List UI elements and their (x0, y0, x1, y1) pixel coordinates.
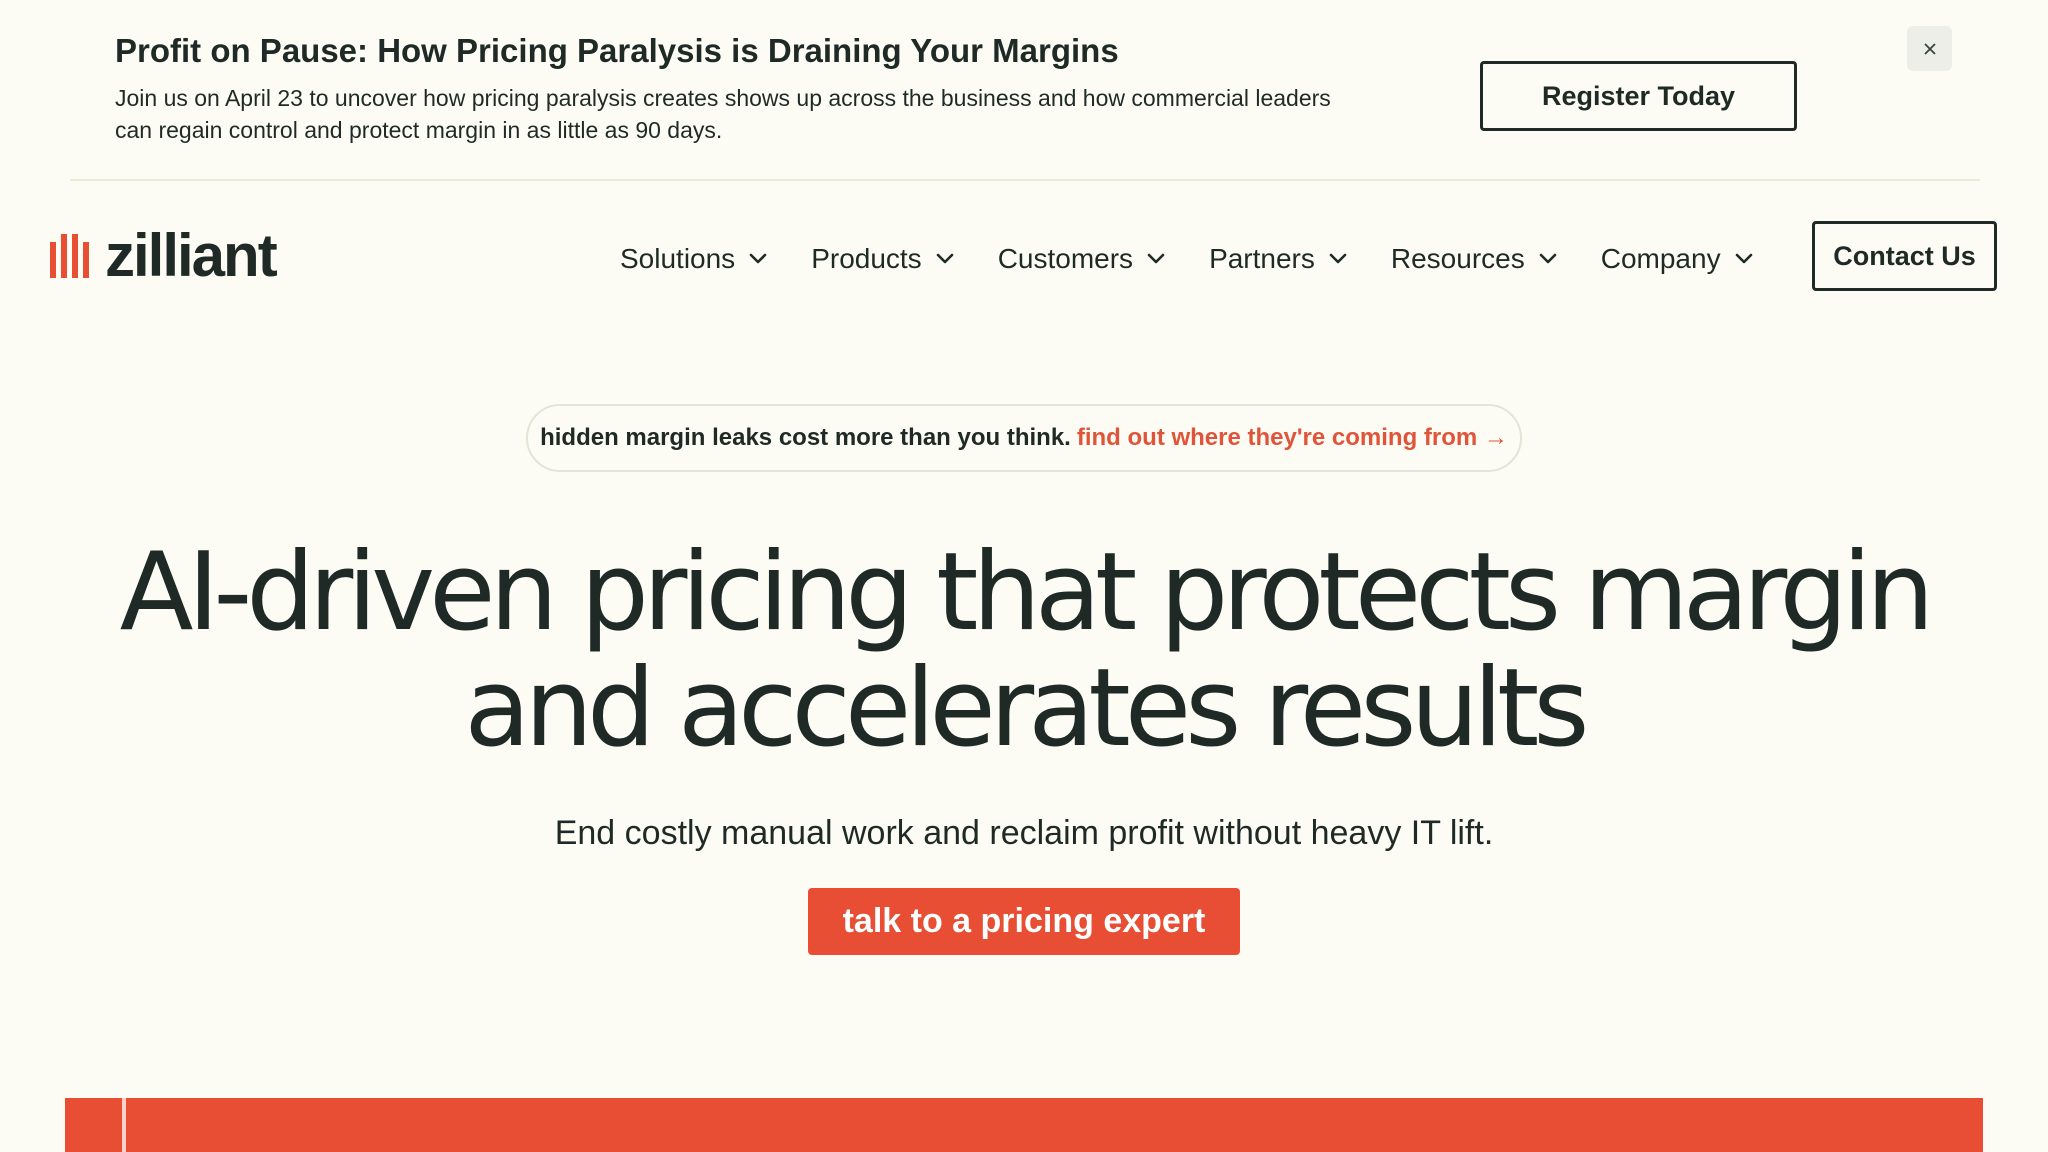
hero-headline-line-2: and accelerates results (464, 646, 1589, 771)
register-today-button[interactable]: Register Today (1480, 61, 1797, 131)
chevron-down-icon (1147, 253, 1165, 265)
banner-description: Join us on April 23 to uncover how prici… (115, 85, 1331, 143)
pill-link[interactable]: find out where they're coming from → (1077, 424, 1508, 452)
hero-subheading: End costly manual work and reclaim profi… (554, 814, 1494, 852)
contact-us-button[interactable]: Contact Us (1812, 221, 1997, 291)
nav-item-label: Customers (997, 243, 1134, 274)
banner-title: Profit on Pause: How Pricing Paralysis i… (115, 32, 1119, 69)
nav-item-label: Company (1600, 243, 1721, 274)
hero-media-band (65, 1098, 1983, 1152)
close-icon (1923, 42, 1936, 55)
chevron-down-icon (1735, 253, 1753, 265)
hero-band-divider (122, 1098, 126, 1152)
banner-close-button[interactable] (1907, 26, 1952, 71)
pill-text: hidden margin leaks cost more than you t… (540, 424, 1071, 451)
nav-item-solutions[interactable]: Solutions (620, 243, 767, 275)
hero-headline-line-1: AI-driven pricing that protects margin (119, 530, 1935, 655)
chevron-down-icon (749, 253, 767, 265)
logo-text: zilliant (105, 222, 278, 289)
nav-item-company[interactable]: Company (1601, 243, 1753, 275)
banner-divider (70, 179, 1980, 181)
nav-item-label: Resources (1390, 243, 1525, 274)
talk-to-pricing-expert-button[interactable]: talk to a pricing expert (808, 888, 1240, 955)
chevron-down-icon (936, 253, 954, 265)
zilliant-logo[interactable]: zilliant (50, 222, 278, 289)
hero-headline: AI-driven pricing that protects margin a… (0, 535, 2048, 767)
nav-item-resources[interactable]: Resources (1391, 243, 1557, 275)
margin-leaks-pill: hidden margin leaks cost more than you t… (526, 404, 1522, 472)
nav-item-label: Solutions (620, 243, 736, 274)
chevron-down-icon (1539, 253, 1557, 265)
announcement-banner: Profit on Pause: How Pricing Paralysis i… (0, 0, 2048, 182)
chevron-down-icon (1329, 253, 1347, 265)
logo-bars-icon (50, 234, 89, 278)
main-nav: Solutions Products Customers Partners Re… (620, 236, 1797, 282)
nav-item-label: Partners (1209, 243, 1315, 274)
nav-item-customers[interactable]: Customers (998, 243, 1165, 275)
nav-item-products[interactable]: Products (811, 243, 954, 275)
nav-item-label: Products (811, 243, 922, 274)
nav-item-partners[interactable]: Partners (1209, 243, 1347, 275)
